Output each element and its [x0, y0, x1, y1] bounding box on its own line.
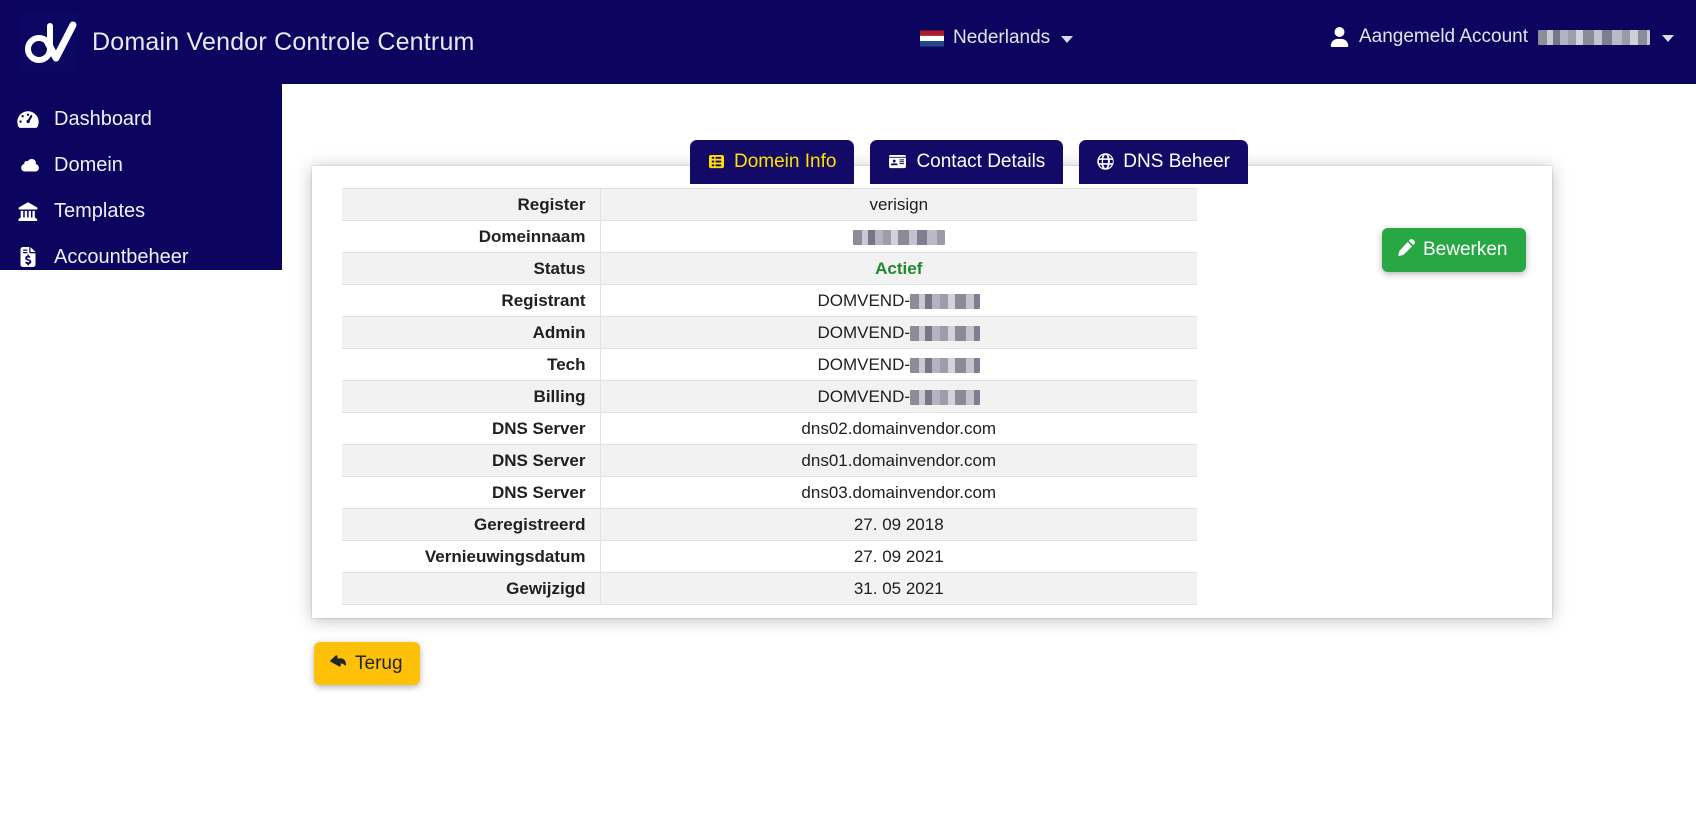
table-row: Tech DOMVEND- — [342, 348, 1197, 381]
sidebar-item-label: Accountbeheer — [54, 245, 189, 268]
table-row-value: dns02.domainvendor.com — [600, 412, 1197, 445]
table-row-label: Register — [342, 188, 601, 221]
handle-suffix-redacted — [910, 357, 981, 373]
table-body: Register verisign Domeinnaam Status Actief Re… — [342, 188, 1197, 605]
domain-info-table: Register verisign Domeinnaam Status Actief Re… — [342, 188, 1197, 605]
brand[interactable]: Domain Vendor Controle Centrum — [0, 13, 475, 71]
table-row-label: Billing — [342, 380, 601, 413]
domain-info-card: Register verisign Domeinnaam Status Actief Re… — [312, 166, 1552, 618]
account-menu[interactable]: Aangemeld Account — [1330, 26, 1674, 48]
table-row-value: 27. 09 2018 — [600, 508, 1197, 541]
table-row: Domeinnaam — [342, 220, 1197, 253]
tab-bar: Domein Info Contact Details DNS Beheer — [690, 140, 1248, 184]
table-row-value: 27. 09 2021 — [600, 540, 1197, 573]
reply-icon — [329, 653, 347, 673]
table-row-value: dns01.domainvendor.com — [600, 444, 1197, 477]
account-name-redacted — [1538, 29, 1650, 45]
file-invoice-dollar-icon — [16, 247, 40, 267]
handle-suffix-redacted — [910, 293, 981, 309]
edit-button[interactable]: Bewerken — [1382, 228, 1526, 272]
table-row-value — [600, 220, 1197, 253]
handle-suffix-redacted — [910, 389, 981, 405]
table-row-value: verisign — [600, 188, 1197, 221]
table-row-value: DOMVEND- — [600, 348, 1197, 381]
table-row-value: DOMVEND- — [600, 316, 1197, 349]
sidebar-item-label: Dashboard — [54, 107, 152, 130]
domain-name-redacted — [852, 229, 945, 245]
table-row-label: DNS Server — [342, 444, 601, 477]
handle-prefix: DOMVEND- — [817, 322, 911, 342]
tab-label: Contact Details — [916, 151, 1046, 172]
chevron-down-icon — [1662, 35, 1674, 42]
table-row: Registrant DOMVEND- — [342, 284, 1197, 317]
table-row-label: Gewijzigd — [342, 572, 601, 605]
flag-netherlands-icon — [920, 30, 944, 46]
page-title: Domain Vendor Controle Centrum — [92, 27, 475, 56]
table-row: Billing DOMVEND- — [342, 380, 1197, 413]
sidebar-item-label: Templates — [54, 199, 146, 222]
handle-prefix: DOMVEND- — [817, 354, 911, 374]
account-label: Aangemeld Account — [1358, 26, 1528, 47]
table-row-value: 31. 05 2021 — [600, 572, 1197, 605]
table-row: Vernieuwingsdatum 27. 09 2021 — [342, 540, 1197, 573]
back-button-label: Terug — [355, 652, 403, 674]
sidebar-item-dashboard[interactable]: Dashboard — [0, 96, 282, 142]
table-row-label: Domeinnaam — [342, 220, 601, 253]
table-row: DNS Server dns03.domainvendor.com — [342, 476, 1197, 509]
tab-domein-info[interactable]: Domein Info — [690, 140, 855, 184]
sidebar-item-label: Domein — [54, 153, 123, 176]
pencil-icon — [1398, 239, 1415, 260]
tab-dns-beheer[interactable]: DNS Beheer — [1079, 140, 1248, 184]
table-row-label: DNS Server — [342, 476, 601, 509]
table-row: DNS Server dns01.domainvendor.com — [342, 444, 1197, 477]
table-row-label: Vernieuwingsdatum — [342, 540, 601, 573]
main-content: Domein Info Contact Details DNS Beheer R… — [282, 84, 1696, 818]
table-row-label: Registrant — [342, 284, 601, 317]
tachometer-icon — [16, 110, 40, 129]
table-row: Gewijzigd 31. 05 2021 — [342, 572, 1197, 605]
table-list-icon — [708, 154, 725, 169]
table-row-value: DOMVEND- — [600, 284, 1197, 317]
table-row: Register verisign — [342, 188, 1197, 221]
sidebar-item-domein[interactable]: Domein — [0, 142, 282, 188]
tab-label: DNS Beheer — [1123, 151, 1230, 172]
chevron-down-icon — [1061, 36, 1074, 43]
user-icon — [1330, 27, 1349, 47]
table-row-label: Status — [342, 252, 601, 285]
edit-button-label: Bewerken — [1423, 239, 1508, 260]
sidebar-item-accountbeheer[interactable]: Accountbeheer — [0, 234, 282, 280]
language-selector[interactable]: Nederlands — [920, 27, 1074, 49]
globe-icon — [1097, 153, 1115, 170]
tab-contact-details[interactable]: Contact Details — [870, 140, 1064, 184]
table-row: Status Actief — [342, 252, 1197, 285]
language-label: Nederlands — [953, 27, 1051, 48]
table-row-label: Tech — [342, 348, 601, 381]
table-row-value: DOMVEND- — [600, 380, 1197, 413]
table-row: Geregistreerd 27. 09 2018 — [342, 508, 1197, 541]
id-card-icon — [888, 154, 907, 169]
sidebar: Dashboard Domein Templates Accountbeheer — [0, 84, 282, 270]
table-row: DNS Server dns02.domainvendor.com — [342, 412, 1197, 445]
back-button[interactable]: Terug — [314, 642, 420, 685]
table-row-label: Admin — [342, 316, 601, 349]
building-columns-icon — [16, 201, 40, 221]
handle-prefix: DOMVEND- — [817, 290, 911, 310]
cloud-icon — [16, 157, 40, 174]
handle-suffix-redacted — [910, 325, 981, 341]
table-row-label: DNS Server — [342, 412, 601, 445]
table-row-value: dns03.domainvendor.com — [600, 476, 1197, 509]
dv-monogram-logo — [20, 13, 78, 71]
table-row-value: Actief — [600, 252, 1197, 285]
table-row: Admin DOMVEND- — [342, 316, 1197, 349]
top-navbar: Domain Vendor Controle Centrum Nederland… — [0, 0, 1696, 84]
tab-label: Domein Info — [734, 151, 837, 172]
table-row-label: Geregistreerd — [342, 508, 601, 541]
sidebar-item-templates[interactable]: Templates — [0, 188, 282, 234]
handle-prefix: DOMVEND- — [817, 386, 911, 406]
